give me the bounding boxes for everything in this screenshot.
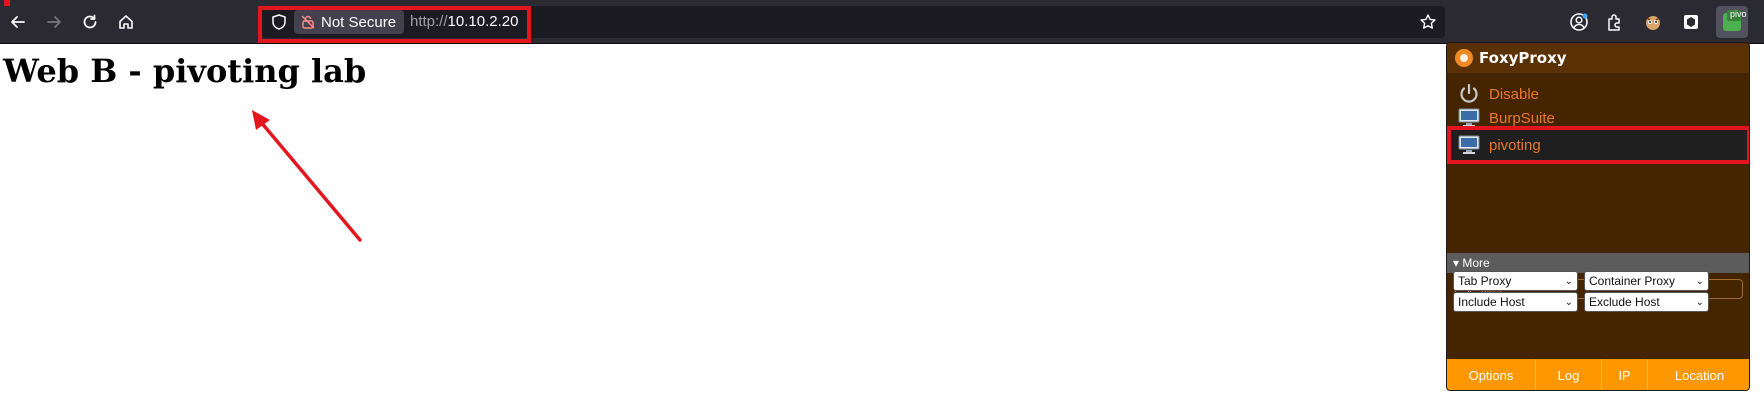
container-proxy-select-value: Container Proxy	[1589, 274, 1676, 288]
foxyproxy-title: FoxyProxy	[1479, 49, 1567, 67]
monitor-icon	[1458, 135, 1480, 154]
wappalyzer-face-icon[interactable]	[1643, 12, 1663, 32]
back-arrow-icon	[11, 16, 25, 28]
more-toggle[interactable]: ▾ More	[1447, 253, 1749, 273]
pivo-badge: pivo	[1730, 9, 1747, 19]
options-button[interactable]: Options	[1447, 359, 1536, 390]
proxy-item-label: Disable	[1489, 85, 1540, 103]
forward-button[interactable]	[40, 8, 68, 36]
page-title: Web B - pivoting lab	[3, 52, 367, 90]
chevron-down-icon: ⌄	[1564, 275, 1573, 287]
exclude-host-select-value: Exclude Host	[1589, 295, 1660, 309]
account-icon[interactable]	[1569, 12, 1589, 32]
exclude-host-select[interactable]: Exclude Host ⌄	[1584, 292, 1709, 312]
reload-button[interactable]	[76, 8, 104, 36]
tab-proxy-select-value: Tab Proxy	[1458, 274, 1512, 288]
cube-extension-icon[interactable]	[1681, 12, 1701, 32]
chevron-down-icon: ⌄	[1695, 296, 1704, 308]
bookmark-star-icon[interactable]	[1419, 13, 1437, 31]
chevron-down-icon: ⌄	[1695, 275, 1704, 287]
home-icon	[119, 15, 133, 29]
power-icon	[1460, 83, 1478, 103]
tab-proxy-select[interactable]: Tab Proxy ⌄	[1453, 271, 1578, 291]
annotation-arrow	[252, 110, 362, 242]
extensions-puzzle-icon[interactable]	[1605, 12, 1625, 32]
foxyproxy-footer: Options Log IP Location	[1447, 359, 1749, 390]
forward-arrow-icon	[47, 16, 61, 28]
include-host-select-value: Include Host	[1458, 295, 1525, 309]
location-button[interactable]: Location	[1648, 359, 1749, 390]
proxy-item-label: BurpSuite	[1489, 109, 1555, 127]
log-button[interactable]: Log	[1536, 359, 1602, 390]
include-host-select[interactable]: Include Host ⌄	[1453, 292, 1578, 312]
proxy-item-pivoting[interactable]: pivoting	[1447, 126, 1749, 164]
foxyproxy-logo-icon	[1455, 49, 1473, 67]
browser-toolbar: Not Secure http://10.10.2.20 pivo	[0, 0, 1764, 44]
ip-button[interactable]: IP	[1602, 359, 1648, 390]
foxyproxy-header: FoxyProxy	[1447, 43, 1749, 73]
url-annotation-box	[258, 6, 531, 43]
foxyproxy-popup: FoxyProxy Disable BurpSuite pivoting ▾ M…	[1446, 42, 1750, 391]
container-proxy-select[interactable]: Container Proxy ⌄	[1584, 271, 1709, 291]
proxy-item-label: pivoting	[1489, 136, 1541, 154]
chevron-down-icon: ⌄	[1564, 296, 1573, 308]
proxy-item-disable[interactable]: Disable	[1447, 81, 1749, 107]
annotation-corner-mark	[4, 0, 10, 6]
home-button[interactable]	[112, 8, 140, 36]
reload-icon	[83, 14, 97, 29]
foxyproxy-extension-button[interactable]: pivo	[1716, 6, 1748, 38]
back-button[interactable]	[4, 8, 32, 36]
